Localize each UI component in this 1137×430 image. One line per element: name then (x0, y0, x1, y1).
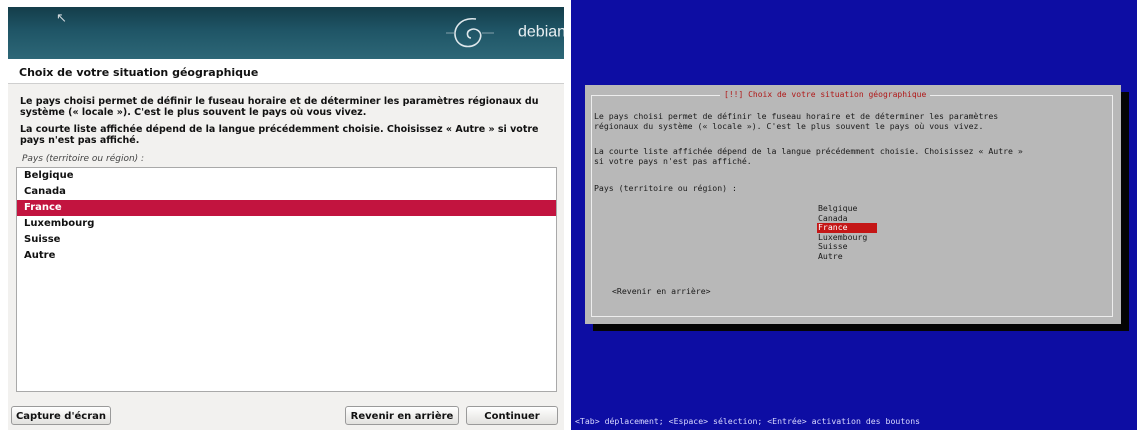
country-option-france[interactable]: France (17, 200, 556, 216)
continue-button[interactable]: Continuer (466, 406, 558, 425)
country-option-suisse[interactable]: Suisse (17, 232, 556, 248)
debian-swirl-icon (446, 18, 494, 48)
text-dialog: [!!] Choix de votre situation géographiq… (585, 85, 1121, 324)
text-description-paragraph-1: Le pays choisi permet de définir le fuse… (594, 111, 999, 131)
content-panel: Le pays choisi permet de définir le fuse… (8, 84, 564, 398)
debian-banner: ↖ debian® (8, 7, 564, 59)
screenshot-button[interactable]: Capture d'écran (11, 406, 111, 425)
mouse-pointer-icon: ↖ (56, 11, 67, 26)
text-country-option-autre[interactable]: Autre (817, 251, 877, 262)
button-bar: Capture d'écran Revenir en arrière Conti… (8, 398, 564, 430)
text-country-list[interactable]: Belgique Canada France Luxembourg Suisse… (817, 203, 877, 262)
step-title: Choix de votre situation géographique (8, 62, 564, 84)
text-description-paragraph-2: La courte liste affichée dépend de la la… (594, 146, 1023, 166)
country-prompt-label: Pays (territoire ou région) : (22, 154, 145, 164)
country-option-autre[interactable]: Autre (17, 248, 556, 264)
country-option-luxembourg[interactable]: Luxembourg (17, 216, 556, 232)
text-go-back-button[interactable]: <Revenir en arrière> (612, 286, 711, 296)
country-option-canada[interactable]: Canada (17, 184, 556, 200)
country-option-belgique[interactable]: Belgique (17, 168, 556, 184)
country-listbox[interactable]: Belgique Canada France Luxembourg Suisse… (16, 167, 557, 392)
keyboard-hint-status-bar: <Tab> déplacement; <Espace> sélection; <… (575, 416, 921, 426)
description-paragraph-1: Le pays choisi permet de définir le fuse… (20, 96, 539, 118)
text-country-prompt-label: Pays (territoire ou région) : (594, 183, 737, 193)
text-installer-screen: [!!] Choix de votre situation géographiq… (571, 0, 1137, 430)
graphical-installer-window: ↖ debian® Choix de votre situation géogr… (0, 0, 568, 430)
text-dialog-title: [!!] Choix de votre situation géographiq… (720, 89, 931, 101)
debian-logo-text: debian® (518, 23, 564, 41)
go-back-button[interactable]: Revenir en arrière (345, 406, 459, 425)
description-paragraph-2: La courte liste affichée dépend de la la… (20, 124, 539, 146)
